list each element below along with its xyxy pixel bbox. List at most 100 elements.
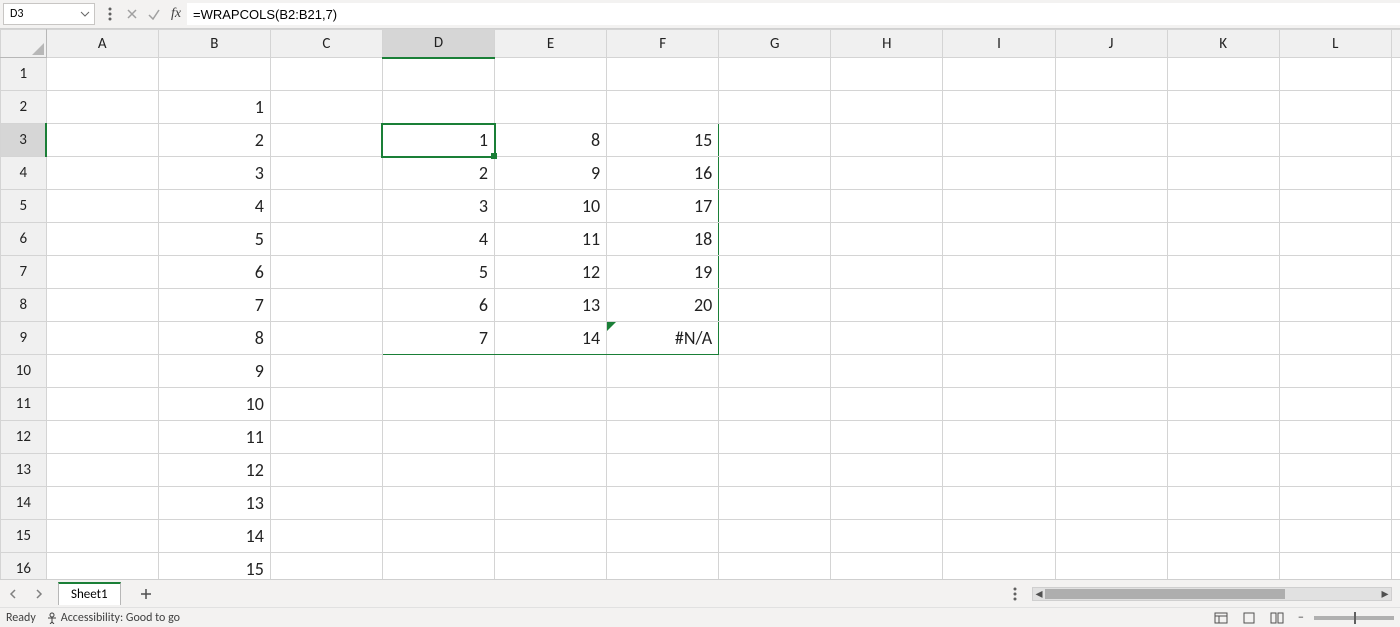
cell-G1[interactable] [719,58,831,91]
cell-G13[interactable] [719,454,831,487]
cell-extra-12[interactable] [1391,421,1400,454]
cell-I3[interactable] [943,124,1055,157]
cell-A9[interactable] [46,322,158,355]
add-sheet-button[interactable] [135,583,157,605]
cell-H8[interactable] [831,289,943,322]
row-header-6[interactable]: 6 [1,223,47,256]
cell-A11[interactable] [46,388,158,421]
cell-L1[interactable] [1279,58,1391,91]
col-header-D[interactable]: D [382,30,494,58]
cell-C2[interactable] [270,91,382,124]
cell-extra-16[interactable] [1391,553,1400,580]
cell-K6[interactable] [1167,223,1279,256]
cell-A10[interactable] [46,355,158,388]
cell-J4[interactable] [1055,157,1167,190]
cell-F12[interactable] [607,421,719,454]
fx-icon[interactable]: fx [167,5,185,23]
cell-B6[interactable]: 5 [158,223,270,256]
cell-E12[interactable] [495,421,607,454]
cell-J10[interactable] [1055,355,1167,388]
cell-A6[interactable] [46,223,158,256]
cell-D5[interactable]: 3 [382,190,494,223]
row-header-14[interactable]: 14 [1,487,47,520]
tab-next-icon[interactable] [28,583,50,605]
view-normal-icon[interactable] [1210,610,1232,626]
cell-D16[interactable] [382,553,494,580]
cell-extra-1[interactable] [1391,58,1400,91]
cell-H2[interactable] [831,91,943,124]
cell-E2[interactable] [495,91,607,124]
cell-I6[interactable] [943,223,1055,256]
cell-G11[interactable] [719,388,831,421]
cell-L6[interactable] [1279,223,1391,256]
cell-L3[interactable] [1279,124,1391,157]
cell-F1[interactable] [607,58,719,91]
cell-I11[interactable] [943,388,1055,421]
col-header-J[interactable]: J [1055,30,1167,58]
cell-L2[interactable] [1279,91,1391,124]
cell-F5[interactable]: 17 [607,190,719,223]
select-all-corner[interactable] [1,30,47,58]
horizontal-scrollbar[interactable]: ◂ ▸ [1032,587,1392,601]
cell-I14[interactable] [943,487,1055,520]
cell-K8[interactable] [1167,289,1279,322]
cell-B9[interactable]: 8 [158,322,270,355]
cell-J9[interactable] [1055,322,1167,355]
cell-K2[interactable] [1167,91,1279,124]
row-header-16[interactable]: 16 [1,553,47,580]
cell-L12[interactable] [1279,421,1391,454]
cell-C11[interactable] [270,388,382,421]
cell-D14[interactable] [382,487,494,520]
cell-D10[interactable] [382,355,494,388]
cell-I13[interactable] [943,454,1055,487]
cell-C1[interactable] [270,58,382,91]
cell-extra-11[interactable] [1391,388,1400,421]
row-header-13[interactable]: 13 [1,454,47,487]
cell-L15[interactable] [1279,520,1391,553]
cell-H4[interactable] [831,157,943,190]
cell-G12[interactable] [719,421,831,454]
cell-J7[interactable] [1055,256,1167,289]
cell-I15[interactable] [943,520,1055,553]
cell-B11[interactable]: 10 [158,388,270,421]
cell-I1[interactable] [943,58,1055,91]
cell-E9[interactable]: 14 [495,322,607,355]
cell-H10[interactable] [831,355,943,388]
cell-H12[interactable] [831,421,943,454]
zoom-slider[interactable] [1314,616,1394,620]
cell-B4[interactable]: 3 [158,157,270,190]
cell-A4[interactable] [46,157,158,190]
cell-extra-7[interactable] [1391,256,1400,289]
cell-A16[interactable] [46,553,158,580]
view-page-layout-icon[interactable] [1238,610,1260,626]
cell-C9[interactable] [270,322,382,355]
cell-C12[interactable] [270,421,382,454]
cell-L8[interactable] [1279,289,1391,322]
cell-D13[interactable] [382,454,494,487]
cell-J16[interactable] [1055,553,1167,580]
cell-C16[interactable] [270,553,382,580]
cell-L13[interactable] [1279,454,1391,487]
cell-A15[interactable] [46,520,158,553]
cell-G2[interactable] [719,91,831,124]
zoom-out-icon[interactable]: − [1294,611,1308,625]
cell-extra-6[interactable] [1391,223,1400,256]
scrollbar-thumb[interactable] [1045,589,1285,599]
col-header-A[interactable]: A [46,30,158,58]
col-header-F[interactable]: F [607,30,719,58]
cell-B16[interactable]: 15 [158,553,270,580]
cell-K7[interactable] [1167,256,1279,289]
cell-E13[interactable] [495,454,607,487]
cell-C4[interactable] [270,157,382,190]
cell-J6[interactable] [1055,223,1167,256]
cell-B1[interactable] [158,58,270,91]
cell-B5[interactable]: 4 [158,190,270,223]
cell-J13[interactable] [1055,454,1167,487]
cell-J14[interactable] [1055,487,1167,520]
col-header-L[interactable]: L [1279,30,1391,58]
cell-B2[interactable]: 1 [158,91,270,124]
cell-K4[interactable] [1167,157,1279,190]
col-header-E[interactable]: E [495,30,607,58]
cell-I9[interactable] [943,322,1055,355]
cell-A1[interactable] [46,58,158,91]
